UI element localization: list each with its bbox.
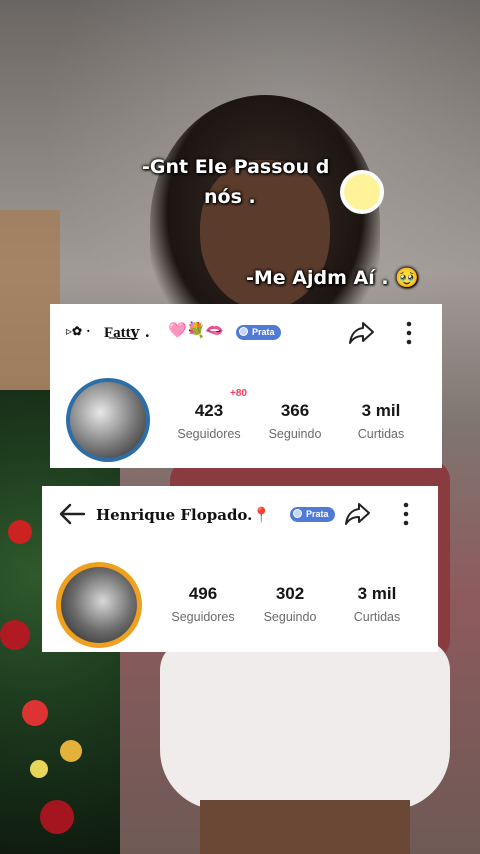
ornament	[30, 760, 48, 778]
caption-line-1: -Gnt Ele Passou d	[142, 156, 330, 178]
rank-badge: Prata	[290, 507, 335, 522]
followers-label: Seguidores	[171, 610, 235, 624]
share-arrow-icon[interactable]	[344, 501, 372, 532]
caption-line-2: nós .	[204, 186, 256, 208]
stat-following[interactable]: 366 Seguindo	[250, 401, 340, 441]
name-prefix: ▹✿ ·	[66, 324, 91, 338]
likes-count: 3 mil	[357, 584, 397, 603]
likes-label: Curtidas	[357, 427, 405, 441]
more-vertical-icon[interactable]	[402, 502, 410, 531]
following-count: 366	[280, 401, 310, 420]
caption-line-3: -Me Ajdm Aí . 🥹	[246, 267, 419, 289]
ornament	[40, 800, 74, 834]
username-emojis: 🩷💐🫦	[168, 321, 225, 339]
avatar[interactable]	[66, 378, 150, 462]
ornament	[60, 740, 82, 762]
share-arrow-icon[interactable]	[348, 320, 376, 351]
ornament	[8, 520, 32, 544]
followers-delta: +80	[230, 388, 247, 399]
ornament	[22, 700, 48, 726]
likes-count: 3 mil	[361, 401, 401, 420]
avatar[interactable]	[56, 562, 142, 648]
profile-header: ▹✿ · F͟a͟t͟t͟y . 🩷💐🫦 Prata	[50, 304, 442, 360]
more-vertical-icon[interactable]	[405, 321, 413, 350]
username: F͟a͟t͟t͟y .	[104, 323, 150, 341]
following-label: Seguindo	[263, 610, 317, 624]
profile-header: Henrique Flopado.📍 Prata	[42, 486, 438, 542]
likes-label: Curtidas	[353, 610, 401, 624]
following-count: 302	[275, 584, 305, 603]
stat-likes[interactable]: 3 mil Curtidas	[336, 401, 426, 441]
stat-followers[interactable]: 496 Seguidores	[158, 584, 248, 624]
followers-count: 496	[188, 584, 218, 603]
profile-card-1: ▹✿ · F͟a͟t͟t͟y . 🩷💐🫦 Prata +80 423 Segui…	[50, 304, 442, 468]
white-skirt	[160, 640, 450, 810]
ornament	[0, 620, 30, 650]
stat-following[interactable]: 302 Seguindo	[245, 584, 335, 624]
stat-followers[interactable]: 423 Seguidores	[164, 401, 254, 441]
rank-badge: Prata	[236, 325, 281, 340]
flower	[340, 170, 384, 214]
following-label: Seguindo	[268, 427, 322, 441]
followers-label: Seguidores	[177, 427, 241, 441]
stat-likes[interactable]: 3 mil Curtidas	[332, 584, 422, 624]
person-legs	[200, 800, 410, 854]
back-arrow-icon[interactable]	[58, 502, 86, 531]
username: Henrique Flopado.📍	[96, 506, 272, 524]
profile-card-2: Henrique Flopado.📍 Prata 496 Seguidores …	[42, 486, 438, 652]
followers-count: 423	[194, 401, 224, 420]
